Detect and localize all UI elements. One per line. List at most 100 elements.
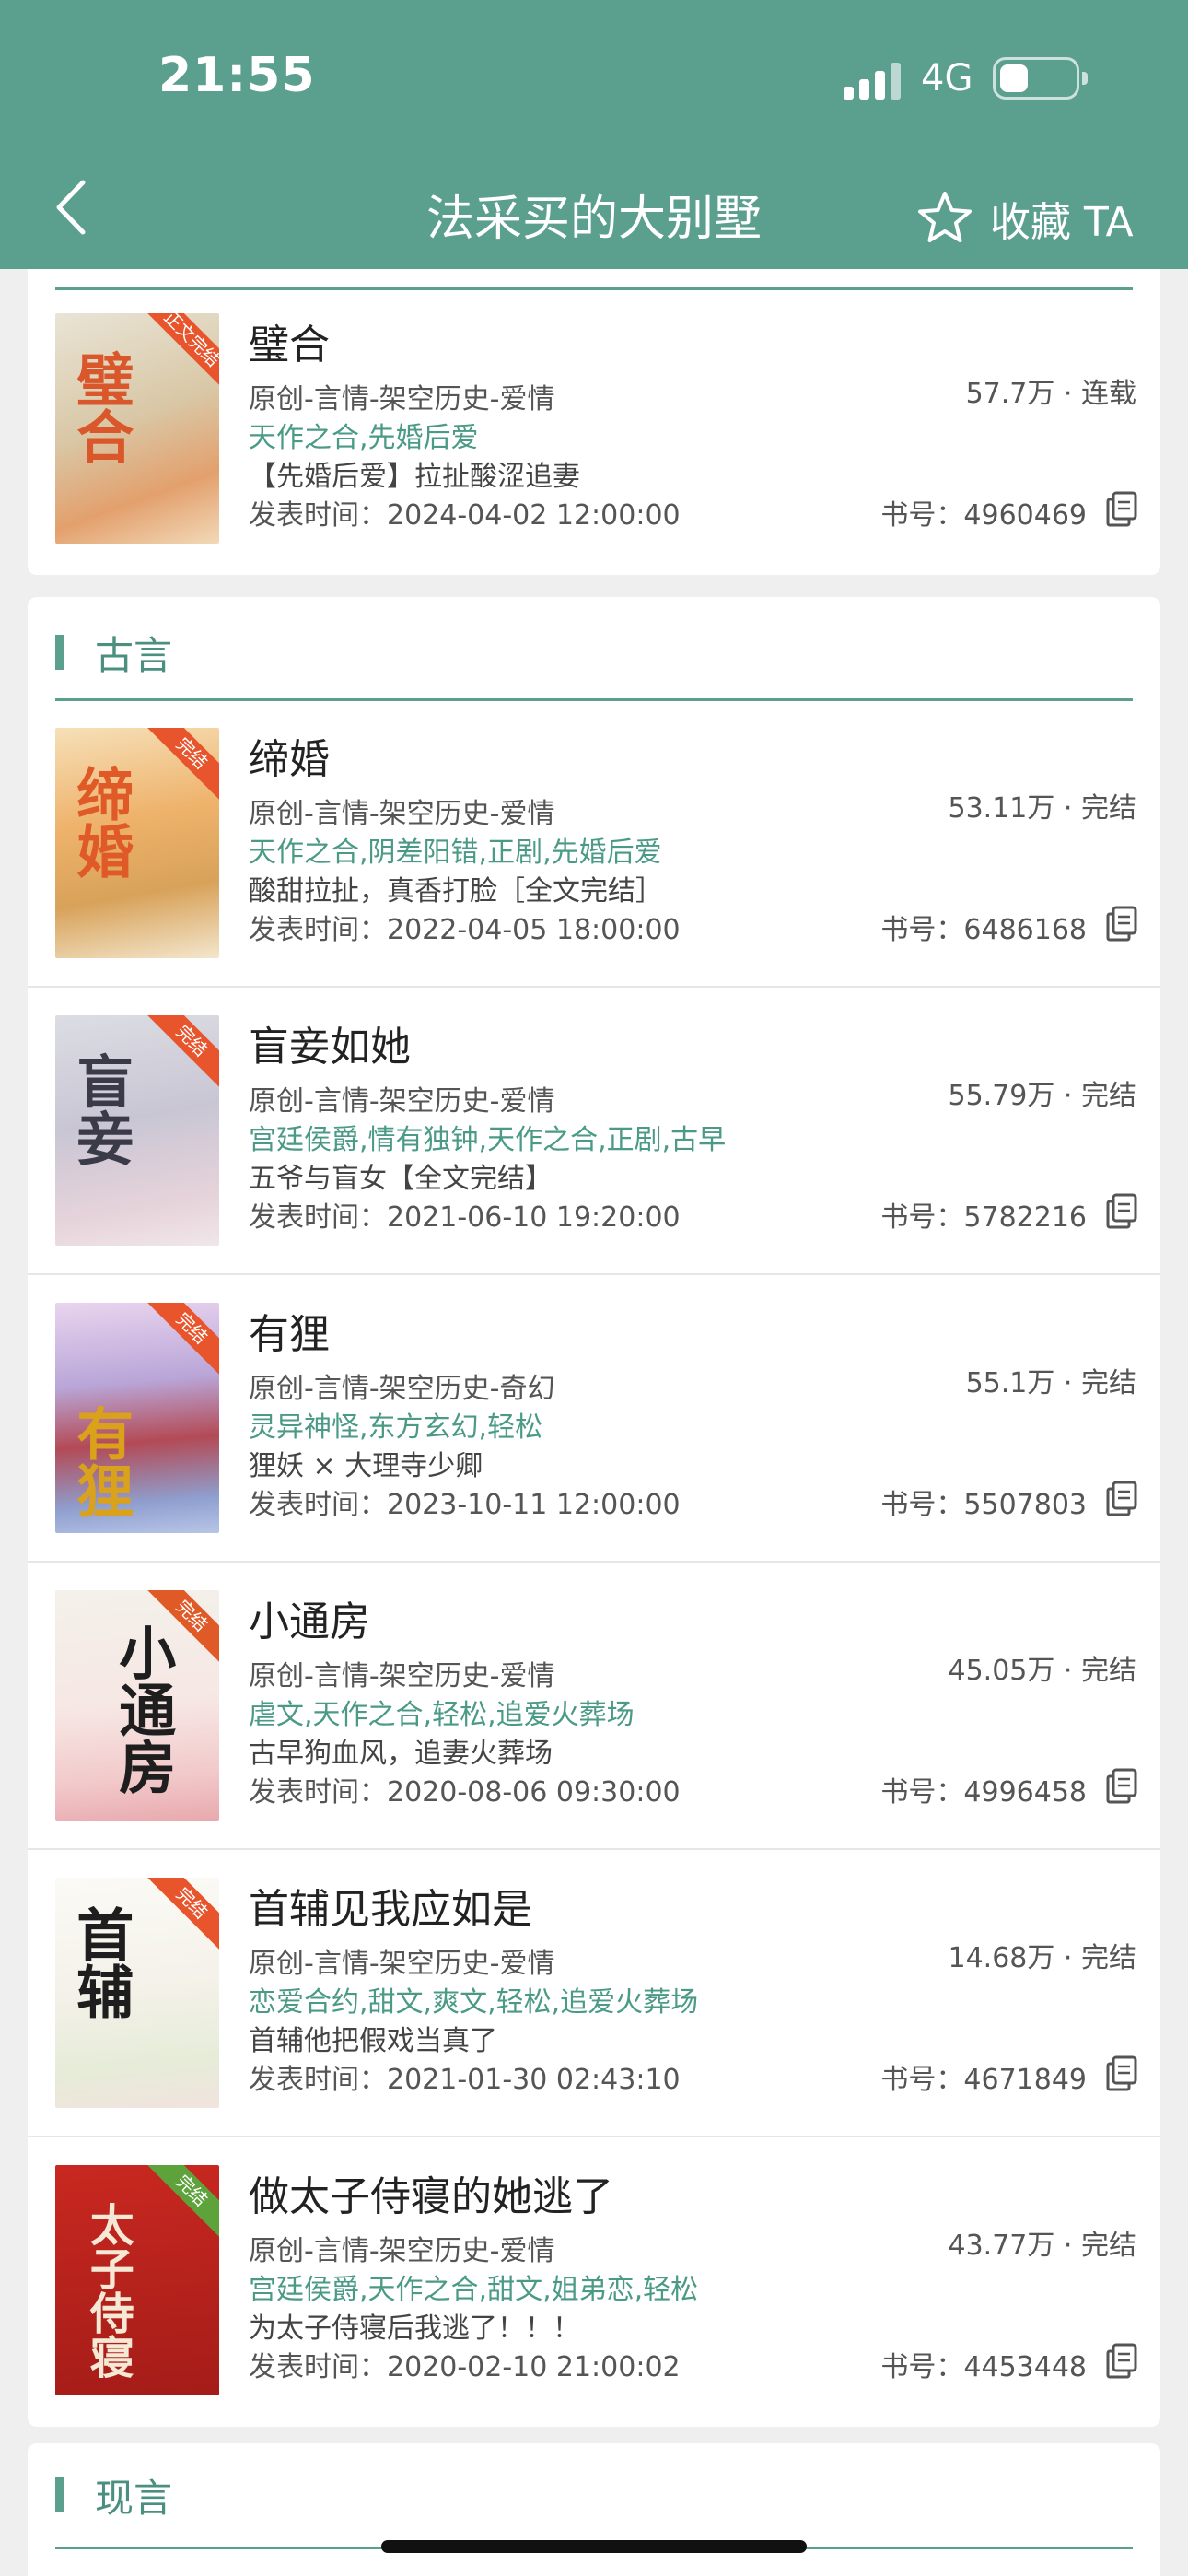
status-time: 21:55 [158,48,316,103]
book-cover[interactable]: 完结 有狸 [55,1303,219,1533]
book-desc: 狸妖 × 大理寺少卿 [249,1450,483,1482]
book-id: 书号：6486168 [880,914,1087,946]
book-stat: 55.1万 · 完结 [965,1367,1136,1399]
book-cover[interactable]: 完结 首辅 [55,1878,219,2108]
star-icon [918,192,972,242]
app-header: 21:55 4G 法采买的大别墅 收藏 TA [0,0,1188,269]
book-id: 书号：4996458 [880,1776,1087,1809]
book-title[interactable]: 做太子侍寝的她逃了 [249,2163,613,2222]
book-desc: 五爷与盲女【全文完结】 [249,1163,553,1195]
book-date: 发表时间：2022-04-05 18:00:00 [249,914,681,946]
book-stat: 45.05万 · 完结 [948,1655,1137,1687]
book-id: 书号：5782216 [880,1201,1087,1234]
section-card-previous: 正文完结 璧合 璧合 原创-言情-架空历史-爱情 天作之合,先婚后爱 【先婚后爱… [28,251,1160,575]
book-date: 发表时间：2024-04-02 12:00:00 [249,499,681,532]
book-tags: 天作之合,先婚后爱 [249,422,479,454]
section-card-xianyan: 现言 [28,2443,1160,2576]
copy-icon[interactable] [1105,2055,1138,2091]
book-tags: 灵异神怪,东方玄幻,轻松 [249,1411,543,1444]
book-category: 原创-言情-架空历史-爱情 [249,798,555,830]
copy-icon[interactable] [1105,2342,1138,2379]
book-title[interactable]: 盲妾如她 [249,1013,411,1072]
book-item[interactable]: 完结 太子侍寝 做太子侍寝的她逃了 原创-言情-架空历史-爱情 宫廷侯爵,天作之… [28,2137,1160,2425]
cover-title: 有狸 [66,1404,134,1518]
book-stat: 55.79万 · 完结 [948,1080,1137,1112]
section-title: 古言 [95,632,173,678]
cover-title: 盲妾 [66,1052,134,1166]
copy-icon[interactable] [1105,1480,1138,1516]
signal-icon [844,61,901,100]
book-cover[interactable]: 完结 盲妾 [55,1015,219,1246]
copy-icon[interactable] [1105,905,1138,942]
copy-icon[interactable] [1105,1192,1138,1229]
book-id: 书号：4671849 [880,2064,1087,2096]
book-stat: 14.68万 · 完结 [948,1942,1137,1974]
book-item[interactable]: 完结 有狸 有狸 原创-言情-架空历史-奇幻 灵异神怪,东方玄幻,轻松 狸妖 ×… [28,1275,1160,1563]
book-stat: 53.11万 · 完结 [948,792,1137,825]
book-cover[interactable]: 完结 小通房 [55,1590,219,1821]
section-card-guyan: 古言 完结 缔婚 缔婚 原创-言情-架空历史-爱情 天作之合,阴差阳错,正剧,先… [28,597,1160,2427]
section-marker [55,635,64,670]
book-desc: 酸甜拉扯，真香打脸［全文完结］ [249,875,663,907]
book-category: 原创-言情-架空历史-奇幻 [249,1373,555,1405]
book-item[interactable]: 正文完结 璧合 璧合 原创-言情-架空历史-爱情 天作之合,先婚后爱 【先婚后爱… [28,286,1160,573]
status-ribbon: 完结 [143,1878,219,1952]
book-date: 发表时间：2023-10-11 12:00:00 [249,1489,681,1521]
book-category: 原创-言情-架空历史-爱情 [249,383,555,416]
section-header: 现言 [55,2467,172,2523]
book-item[interactable]: 完结 首辅 首辅见我应如是 原创-言情-架空历史-爱情 恋爱合约,甜文,爽文,轻… [28,1850,1160,2137]
status-ribbon: 完结 [143,728,219,802]
book-id: 书号：4453448 [880,2351,1087,2383]
status-ribbon: 完结 [143,2165,219,2240]
book-title[interactable]: 璧合 [249,311,330,370]
book-id: 书号：5507803 [880,1489,1087,1521]
section-marker [55,2477,64,2512]
book-cover[interactable]: 完结 缔婚 [55,728,219,958]
book-date: 发表时间：2021-06-10 19:20:00 [249,1201,681,1234]
favorite-label: 收藏 TA [990,199,1134,246]
book-stat: 57.7万 · 连载 [965,378,1136,410]
book-tags: 宫廷侯爵,天作之合,甜文,姐弟恋,轻松 [249,2274,699,2306]
book-tags: 宫廷侯爵,情有独钟,天作之合,正剧,古早 [249,1124,727,1156]
cover-title: 小通房 [109,1623,177,1795]
book-title[interactable]: 有狸 [249,1301,330,1360]
cover-title: 首辅 [66,1905,134,2020]
book-cover[interactable]: 正文完结 璧合 [55,313,219,544]
book-cover[interactable]: 完结 太子侍寝 [55,2165,219,2395]
battery-icon [993,57,1088,100]
book-tags: 虐文,天作之合,轻松,追爱火葬场 [249,1699,635,1731]
book-item[interactable]: 完结 缔婚 缔婚 原创-言情-架空历史-爱情 天作之合,阴差阳错,正剧,先婚后爱… [28,700,1160,988]
network-type: 4G [921,57,973,100]
section-title: 现言 [95,2475,173,2521]
status-ribbon: 正文完结 [143,313,219,388]
book-category: 原创-言情-架空历史-爱情 [249,1085,555,1118]
copy-icon[interactable] [1105,490,1138,527]
book-title[interactable]: 首辅见我应如是 [249,1876,532,1935]
cover-title: 太子侍寝 [81,2202,134,2379]
book-category: 原创-言情-架空历史-爱情 [249,2235,555,2267]
book-date: 发表时间：2020-08-06 09:30:00 [249,1776,681,1809]
book-desc: 古早狗血风，追妻火葬场 [249,1738,553,1770]
status-ribbon: 完结 [143,1015,219,1090]
book-title[interactable]: 小通房 [249,1588,370,1647]
book-desc: 首辅他把假戏当真了 [249,2025,497,2057]
book-stat: 43.77万 · 完结 [948,2230,1137,2262]
book-desc: 【先婚后爱】拉扯酸涩追妻 [249,461,580,493]
book-tags: 天作之合,阴差阳错,正剧,先婚后爱 [249,837,662,869]
favorite-button[interactable]: 收藏 TA [916,186,1134,251]
book-title[interactable]: 缔婚 [249,726,330,785]
book-item[interactable]: 完结 小通房 小通房 原创-言情-架空历史-爱情 虐文,天作之合,轻松,追爱火葬… [28,1563,1160,1850]
copy-icon[interactable] [1105,1767,1138,1804]
book-category: 原创-言情-架空历史-爱情 [249,1660,555,1692]
home-indicator[interactable] [381,2540,807,2553]
section-header: 古言 [55,625,172,680]
book-date: 发表时间：2020-02-10 21:00:02 [249,2351,681,2383]
book-desc: 为太子侍寝后我逃了！！！ [249,2313,580,2345]
book-item[interactable]: 完结 盲妾 盲妾如她 原创-言情-架空历史-爱情 宫廷侯爵,情有独钟,天作之合,… [28,988,1160,1275]
cover-title: 缔婚 [66,765,134,879]
status-ribbon: 完结 [143,1303,219,1377]
book-category: 原创-言情-架空历史-爱情 [249,1948,555,1980]
book-date: 发表时间：2021-01-30 02:43:10 [249,2064,681,2096]
book-tags: 恋爱合约,甜文,爽文,轻松,追爱火葬场 [249,1986,699,2019]
book-id: 书号：4960469 [880,499,1087,532]
